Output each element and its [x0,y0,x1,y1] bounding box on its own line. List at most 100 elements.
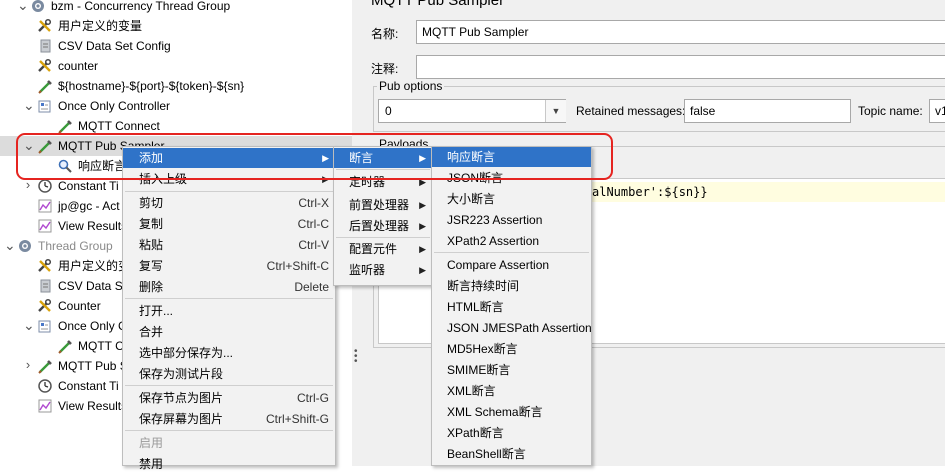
context-menu-item[interactable]: 复写 Ctrl+Shift-C [123,256,335,276]
context-menu-item[interactable]: 保存节点为图片 Ctrl-G [123,388,335,408]
assertion-menu-item[interactable]: 大小断言 [432,189,591,209]
context-menu-item[interactable]: 合并 [123,322,335,342]
tree-node-label: jp@gc - Act [58,199,120,213]
qos-select[interactable]: 0 [378,99,566,123]
wrench-icon [37,58,53,74]
retained-label: Retained messages: [576,104,686,118]
context-menu-item[interactable]: 剪切 Ctrl-X [123,193,335,213]
assertion-menu-item[interactable]: Compare Assertion [432,255,591,275]
tree-node-label: View Results [58,219,128,233]
menu-item-shortcut: Ctrl-G [297,391,329,405]
menu-separator [125,385,333,386]
add-submenu-item[interactable]: 后置处理器 ▶ [334,216,432,236]
add-submenu-item[interactable]: 配置元件 ▶ [334,239,432,259]
tree-node[interactable]: MQTT Pub S [37,356,128,376]
menu-separator [434,252,589,253]
tree-node[interactable]: CSV Data Set [37,276,133,296]
chevron-right-icon: ▶ [419,244,426,254]
menu-item-label: 复制 [139,217,164,231]
context-menu-item[interactable]: 删除 Delete [123,277,335,297]
tree-node-label: bzm - Concurrency Thread Group [51,0,231,13]
tree-node[interactable]: Once Only Controller [37,96,170,116]
menu-item-label: 保存屏幕为图片 [139,412,224,426]
document-icon [37,38,53,54]
add-submenu-item[interactable]: 监听器 ▶ [334,260,432,280]
pipette-icon [37,358,53,374]
tree-node-label: MQTT C [78,339,124,353]
qos-value: 0 [385,104,392,118]
menu-item-label: 后置处理器 [349,219,410,233]
context-menu-item[interactable]: 禁用 [123,454,335,474]
menu-item-label: 启用 [139,436,164,450]
tree-node-label: View Results [58,399,128,413]
tree-node-label: counter [58,59,99,73]
assertion-menu-item[interactable]: SMIME断言 [432,360,591,380]
menu-item-shortcut: Ctrl+Shift-C [266,259,329,273]
context-menu-item[interactable]: 选中部分保存为... [123,343,335,363]
menu-item-label: 前置处理器 [349,198,410,212]
tree-node[interactable]: 用户定义的变 [37,256,130,276]
tree-node[interactable]: bzm - Concurrency Thread Group [30,0,230,16]
menu-item-label: Compare Assertion [447,258,550,272]
comment-field[interactable] [416,55,945,79]
assertion-menu-item[interactable]: JSON JMESPath Assertion [432,318,592,338]
assertion-menu-item[interactable]: XML Schema断言 [432,402,591,422]
assertion-menu-item[interactable]: XML断言 [432,381,591,401]
wrench-icon [37,18,53,34]
tree-node[interactable]: ${hostname}-${port}-${token}-${sn} [37,76,244,96]
topic-field[interactable]: v1 [929,99,945,123]
comment-label: 注释: [371,62,399,76]
menu-item-label: JSON JMESPath Assertion [447,321,592,335]
chevron-down-icon[interactable]: ⌄ [23,318,35,332]
chevron-down-icon[interactable]: ⌄ [4,238,16,252]
chevron-right-icon[interactable]: › [23,358,33,371]
assertion-menu-item[interactable]: 断言持续时间 [432,276,591,296]
menu-item-shortcut: Ctrl-V [298,238,329,252]
tree-node[interactable]: Counter [37,296,101,316]
context-menu-item[interactable]: 复制 Ctrl-C [123,214,335,234]
wrench-icon [37,298,53,314]
tree-node[interactable]: Once Only C [37,316,127,336]
context-menu-item[interactable]: 粘贴 Ctrl-V [123,235,335,255]
assertion-menu-item[interactable]: XPath2 Assertion [432,231,591,251]
tree-node[interactable]: Constant Ti [37,376,119,396]
chevron-down-icon[interactable]: ⌄ [17,0,29,12]
menu-item-label: XPath2 Assertion [447,234,540,248]
pipette-icon [37,78,53,94]
tree-node[interactable]: View Results [37,396,127,416]
context-menu-item[interactable]: 保存为测试片段 [123,364,335,384]
menu-item-label: SMIME断言 [447,363,511,377]
tree-node[interactable]: jp@gc - Act [37,196,120,216]
tree-node[interactable]: View Results [37,216,127,236]
retained-field[interactable]: false [684,99,851,123]
tree-node[interactable]: Thread Group [17,236,113,256]
panel-title: MQTT Pub Sampler [371,0,505,9]
assertion-menu-item[interactable]: MD5Hex断言 [432,339,591,359]
tree-node[interactable]: 用户定义的变量 [37,16,142,36]
menu-item-shortcut: Delete [294,280,329,294]
name-field[interactable]: MQTT Pub Sampler [416,20,945,44]
tree-node[interactable]: counter [37,56,98,76]
chevron-down-icon[interactable]: ▼ [545,100,566,122]
menu-item-label: 选中部分保存为... [139,346,234,360]
assertion-menu-item[interactable]: HTML断言 [432,297,591,317]
menu-item-label: BeanShell断言 [447,447,526,461]
tree-node[interactable]: MQTT C [57,336,124,356]
tree-node-label: MQTT Pub S [58,359,128,373]
context-menu-item[interactable]: 保存屏幕为图片 Ctrl+Shift-G [123,409,335,429]
topic-label: Topic name: [858,104,923,118]
menu-separator [336,237,430,238]
splitter-grip-icon[interactable]: • • • [354,347,358,367]
assertion-menu-item[interactable]: XPath断言 [432,423,591,443]
menu-item-label: XML Schema断言 [447,405,543,419]
chevron-down-icon[interactable]: ⌄ [23,98,35,112]
assertion-menu-item[interactable]: BeanShell断言 [432,444,591,464]
chevron-right-icon[interactable]: › [23,178,33,191]
context-menu-item[interactable]: 打开... [123,301,335,321]
menu-item-label: XML断言 [447,384,496,398]
context-menu-item[interactable]: 启用 [123,433,335,453]
add-submenu-item[interactable]: 前置处理器 ▶ [334,195,432,215]
assertion-menu-item[interactable]: JSR223 Assertion [432,210,591,230]
document-icon [37,278,53,294]
tree-node[interactable]: CSV Data Set Config [37,36,171,56]
